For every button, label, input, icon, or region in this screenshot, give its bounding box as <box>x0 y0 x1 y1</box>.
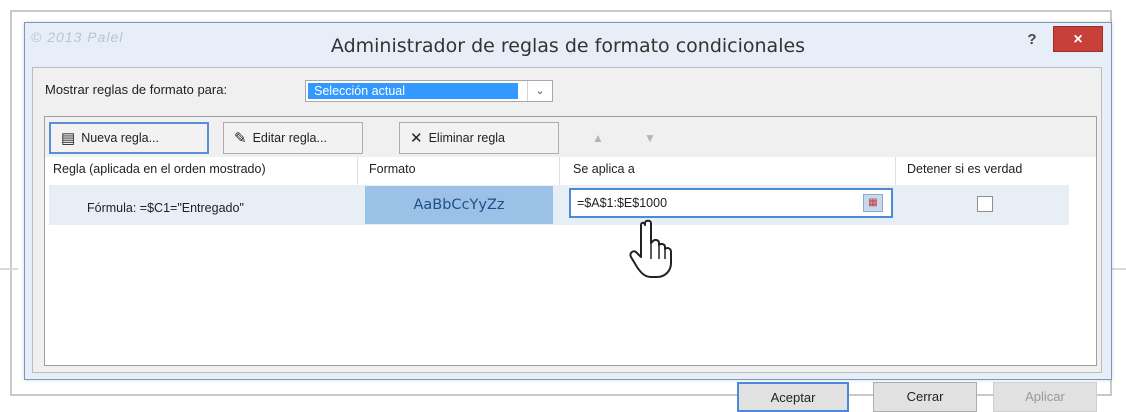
format-preview[interactable]: AaBbCcYyZz <box>365 186 553 224</box>
ok-button[interactable]: Aceptar <box>737 382 849 412</box>
move-down-icon[interactable]: ▼ <box>637 127 663 149</box>
new-rule-icon: ▤ <box>61 130 76 147</box>
column-header-rule: Regla (aplicada en el orden mostrado) <box>53 162 266 176</box>
show-rules-label: Mostrar reglas de formato para: <box>45 82 228 97</box>
show-rules-selected-value[interactable]: Selección actual <box>308 83 518 99</box>
show-rules-dropdown[interactable]: Selección actual ⌄ <box>305 80 553 102</box>
help-button[interactable]: ? <box>1019 29 1045 51</box>
close-dialog-button[interactable]: Cerrar <box>873 382 977 412</box>
applies-to-input[interactable]: =$A$1:$E$1000 ▦ <box>569 188 893 218</box>
delete-rule-button[interactable]: ✕ Eliminar regla <box>399 122 559 154</box>
close-button[interactable]: × <box>1053 26 1103 52</box>
range-selector-icon[interactable]: ▦ <box>863 194 883 212</box>
delete-rule-label: Eliminar regla <box>428 131 505 145</box>
new-rule-label: Nueva regla... <box>81 131 160 145</box>
stop-if-true-checkbox[interactable] <box>977 196 993 212</box>
rules-manager-panel: ▤ Nueva regla... ✎ Editar regla... ✕ Eli… <box>44 116 1097 366</box>
dialog-body: Mostrar reglas de formato para: Selecció… <box>32 67 1102 412</box>
rule-formula[interactable]: Fórmula: =$C1="Entregado" <box>87 201 244 215</box>
new-rule-button[interactable]: ▤ Nueva regla... <box>49 122 209 154</box>
dialog-title: Administrador de reglas de formato condi… <box>330 35 806 57</box>
column-divider <box>559 157 560 185</box>
left-edge-mark <box>0 268 18 270</box>
apply-button[interactable]: Aplicar <box>993 382 1097 412</box>
column-header-format: Formato <box>369 162 416 176</box>
column-divider <box>357 157 358 185</box>
rules-toolbar: ▤ Nueva regla... ✎ Editar regla... ✕ Eli… <box>45 117 1096 157</box>
edit-rule-icon: ✎ <box>234 130 247 147</box>
conditional-formatting-dialog: © 2013 Palel Administrador de reglas de … <box>24 22 1112 412</box>
column-header-stop-if-true: Detener si es verdad <box>907 162 1023 176</box>
column-divider <box>895 157 896 185</box>
move-up-icon[interactable]: ▲ <box>585 127 611 149</box>
chevron-down-icon[interactable]: ⌄ <box>527 81 552 101</box>
applies-to-value[interactable]: =$A$1:$E$1000 <box>577 196 667 210</box>
hand-cursor-icon <box>629 219 672 278</box>
delete-icon: ✕ <box>410 130 423 147</box>
edit-rule-button[interactable]: ✎ Editar regla... <box>223 122 363 154</box>
column-header-applies-to: Se aplica a <box>573 162 635 176</box>
edit-rule-label: Editar regla... <box>252 131 327 145</box>
title-bar: © 2013 Palel Administrador de reglas de … <box>25 23 1111 67</box>
